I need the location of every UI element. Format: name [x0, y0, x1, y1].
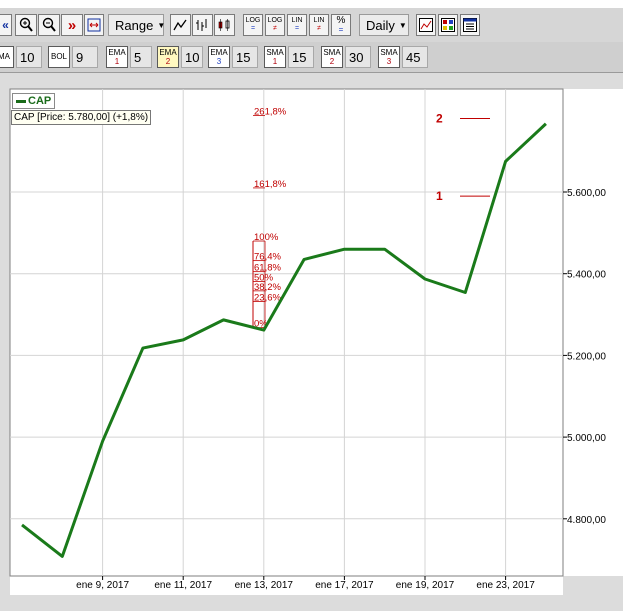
fib-level-label: 38,2% [254, 282, 281, 293]
y-tick-label: 5.400,00 [567, 270, 606, 281]
x-tick-label: ene 17, 2017 [315, 580, 374, 591]
y-tick-label: 4.800,00 [567, 515, 606, 526]
fib-level-label: 100% [254, 232, 279, 243]
price-label: CAP [Price: 5.780,00] (+1,8%) [11, 110, 152, 125]
y-tick-label: 5.200,00 [567, 351, 606, 362]
legend-series-name: CAP [28, 95, 52, 107]
x-axis-labels: ene 9, 2017 ene 11, 2017 ene 13, 2017 ene 1… [76, 576, 535, 591]
y-tick-label: 5.000,00 [567, 433, 606, 444]
x-tick-label: ene 23, 2017 [476, 580, 535, 591]
x-tick-label: ene 13, 2017 [235, 580, 294, 591]
series-legend[interactable]: CAP [12, 93, 56, 109]
wave-annotation-label: 1 [436, 189, 443, 203]
x-tick-label: ene 19, 2017 [396, 580, 455, 591]
series-swatch [16, 99, 26, 103]
y-axis-labels: 4.800,00 5.000,00 5.200,00 5.400,00 5.600,00 [563, 188, 606, 526]
x-tick-label: ene 9, 2017 [76, 580, 129, 591]
fib-level-label: 261,8% [254, 107, 287, 118]
fib-level-label: 76,4% [254, 252, 281, 263]
x-tick-label: ene 11, 2017 [154, 580, 212, 591]
fib-level-label: 161,8% [254, 179, 287, 190]
y-tick-label: 5.600,00 [567, 188, 606, 199]
price-chart[interactable]: 261,8%161,8%100%76,4%61,8%50%38,2%23,6%0… [0, 0, 623, 611]
fib-level-label: 23,6% [254, 292, 281, 303]
plot-area [9, 88, 564, 577]
wave-annotation-label: 2 [436, 111, 443, 125]
